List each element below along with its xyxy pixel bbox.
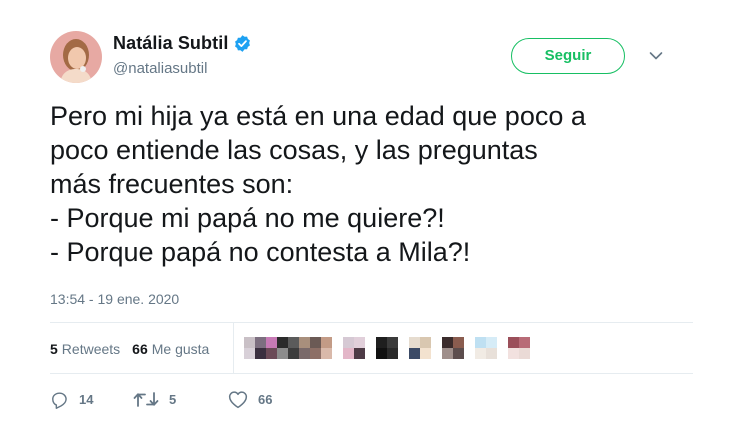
liker-avatar[interactable]	[376, 337, 399, 359]
heart-icon	[228, 391, 248, 409]
display-name[interactable]: Natália Subtil	[113, 33, 228, 54]
liker-avatar[interactable]	[310, 337, 333, 359]
retweets-label: Retweets	[61, 341, 121, 357]
liker-avatar[interactable]	[508, 337, 531, 359]
like-action[interactable]: 66	[228, 390, 272, 409]
retweet-count: 5	[169, 392, 177, 407]
liker-avatar[interactable]	[409, 337, 432, 359]
tweet-timestamp[interactable]: 13:54 - 19 ene. 2020	[50, 291, 179, 307]
liker-avatar[interactable]	[244, 337, 267, 359]
reply-action[interactable]: 14	[50, 390, 93, 409]
liker-avatar[interactable]	[442, 337, 465, 359]
liker-avatar[interactable]	[266, 337, 289, 359]
retweet-icon	[133, 392, 159, 407]
avatar[interactable]	[50, 31, 102, 83]
tweet-text: Pero mi hija ya está en una edad que poc…	[50, 101, 586, 267]
stats-separator	[233, 323, 234, 373]
divider-bottom	[50, 373, 693, 374]
retweets-stat[interactable]: 5 Retweets	[50, 341, 120, 357]
like-count: 66	[258, 392, 273, 407]
retweet-action[interactable]: 5	[133, 390, 176, 409]
user-handle[interactable]: @nataliasubtil	[113, 60, 207, 77]
reply-count: 14	[79, 392, 94, 407]
user-name-row: Natália Subtil	[113, 33, 252, 54]
tweet-stats: 5 Retweets 66 Me gusta	[50, 341, 221, 357]
liker-avatar[interactable]	[288, 337, 311, 359]
verified-badge-icon	[235, 35, 251, 52]
retweets-count: 5	[50, 341, 58, 357]
follow-button[interactable]: Seguir	[511, 38, 625, 74]
liker-avatar[interactable]	[475, 337, 498, 359]
chevron-down-icon[interactable]	[649, 51, 663, 61]
likes-label: Me gusta	[151, 341, 210, 357]
divider-top	[50, 322, 693, 323]
reply-icon	[52, 392, 67, 409]
likes-stat[interactable]: 66 Me gusta	[132, 341, 209, 357]
liker-avatar[interactable]	[343, 337, 366, 359]
likes-count: 66	[132, 341, 148, 357]
